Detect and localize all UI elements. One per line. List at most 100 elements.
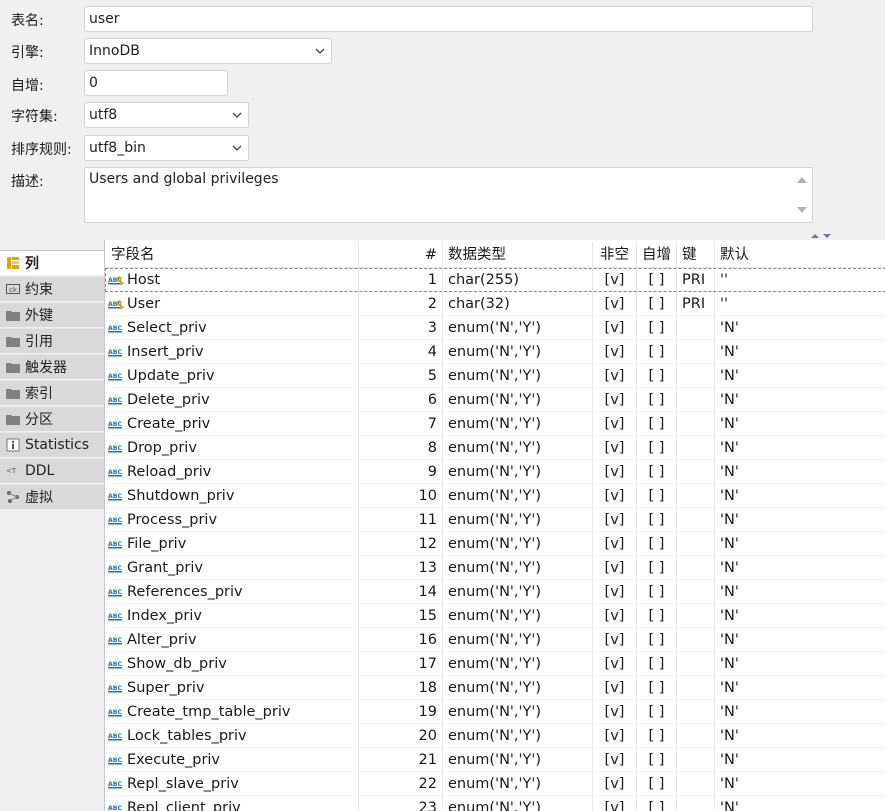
nav-item-references[interactable]: 引用 — [0, 328, 104, 354]
cell-data-type[interactable]: enum('N','Y') — [443, 652, 593, 676]
cell-data-type[interactable]: enum('N','Y') — [443, 700, 593, 724]
cell-data-type[interactable]: enum('N','Y') — [443, 556, 593, 580]
cell-number[interactable]: 17 — [359, 652, 443, 676]
nav-item-virtual[interactable]: 虚拟 — [0, 484, 104, 510]
cell-auto-increment[interactable]: [ ] — [637, 388, 677, 412]
cell-auto-increment[interactable]: [ ] — [637, 364, 677, 388]
cell-number[interactable]: 10 — [359, 484, 443, 508]
cell-field-name[interactable]: ABC Execute_priv — [105, 748, 359, 772]
cell-field-name[interactable]: ABC Grant_priv — [105, 556, 359, 580]
cell-default[interactable]: 'N' — [715, 796, 885, 811]
comment-scrollbar[interactable] — [792, 168, 812, 222]
nav-item-partitions[interactable]: 分区 — [0, 406, 104, 432]
charset-select[interactable]: utf8 — [84, 102, 249, 128]
auto-inc-input[interactable]: 0 — [84, 70, 228, 96]
cell-auto-increment[interactable]: [ ] — [637, 484, 677, 508]
table-row[interactable]: ABC Index_priv 15 enum('N','Y') [v][ ] 'N' — [105, 604, 885, 628]
collation-select[interactable]: utf8_bin — [84, 135, 249, 161]
header-field-name[interactable]: 字段名 — [105, 242, 359, 268]
cell-number[interactable]: 21 — [359, 748, 443, 772]
cell-data-type[interactable]: enum('N','Y') — [443, 532, 593, 556]
cell-key[interactable] — [677, 556, 715, 580]
cell-not-null[interactable]: [v] — [593, 316, 637, 340]
cell-key[interactable] — [677, 436, 715, 460]
table-row[interactable]: ABC File_priv 12 enum('N','Y') [v][ ] 'N' — [105, 532, 885, 556]
cell-field-name[interactable]: ABC Shutdown_priv — [105, 484, 359, 508]
table-row[interactable]: ABC Drop_priv 8 enum('N','Y') [v][ ] 'N' — [105, 436, 885, 460]
nav-item-constraints[interactable]: ck 约束 — [0, 276, 104, 302]
cell-key[interactable] — [677, 772, 715, 796]
cell-data-type[interactable]: enum('N','Y') — [443, 484, 593, 508]
cell-default[interactable]: 'N' — [715, 412, 885, 436]
cell-field-name[interactable]: ABC Show_db_priv — [105, 652, 359, 676]
cell-data-type[interactable]: enum('N','Y') — [443, 748, 593, 772]
cell-auto-increment[interactable]: [ ] — [637, 604, 677, 628]
cell-default[interactable]: 'N' — [715, 700, 885, 724]
cell-data-type[interactable]: enum('N','Y') — [443, 628, 593, 652]
cell-data-type[interactable]: enum('N','Y') — [443, 412, 593, 436]
cell-auto-increment[interactable]: [ ] — [637, 340, 677, 364]
cell-default[interactable]: 'N' — [715, 436, 885, 460]
cell-auto-increment[interactable]: [ ] — [637, 532, 677, 556]
cell-auto-increment[interactable]: [ ] — [637, 412, 677, 436]
table-row[interactable]: ABC Super_priv 18 enum('N','Y') [v][ ] 'N' — [105, 676, 885, 700]
cell-not-null[interactable]: [v] — [593, 484, 637, 508]
cell-key[interactable] — [677, 460, 715, 484]
header-number[interactable]: # — [359, 242, 443, 268]
cell-data-type[interactable]: enum('N','Y') — [443, 364, 593, 388]
comment-textarea[interactable]: Users and global privileges — [84, 167, 813, 223]
cell-key[interactable] — [677, 676, 715, 700]
cell-default[interactable]: 'N' — [715, 748, 885, 772]
table-row[interactable]: ABC Lock_tables_priv 20 enum('N','Y') [v][ ]… — [105, 724, 885, 748]
cell-number[interactable]: 3 — [359, 316, 443, 340]
cell-key[interactable] — [677, 796, 715, 811]
cell-data-type[interactable]: enum('N','Y') — [443, 724, 593, 748]
nav-item-ddl[interactable]: <T DDL — [0, 458, 104, 484]
scroll-up-icon[interactable] — [796, 175, 808, 185]
cell-default[interactable]: '' — [715, 268, 885, 292]
cell-key[interactable] — [677, 340, 715, 364]
cell-not-null[interactable]: [v] — [593, 412, 637, 436]
cell-number[interactable]: 19 — [359, 700, 443, 724]
cell-field-name[interactable]: ABC Alter_priv — [105, 628, 359, 652]
cell-number[interactable]: 12 — [359, 532, 443, 556]
table-row[interactable]: ABC Execute_priv 21 enum('N','Y') [v][ ] 'N' — [105, 748, 885, 772]
cell-auto-increment[interactable]: [ ] — [637, 676, 677, 700]
table-row[interactable]: ABC Create_priv 7 enum('N','Y') [v][ ] 'N' — [105, 412, 885, 436]
header-auto-increment[interactable]: 自增 — [637, 242, 677, 268]
cell-field-name[interactable]: ABC Repl_slave_priv — [105, 772, 359, 796]
table-name-input[interactable]: user — [84, 6, 813, 32]
table-row[interactable]: ABC Create_tmp_table_priv 19 enum('N','Y')[… — [105, 700, 885, 724]
cell-default[interactable]: 'N' — [715, 628, 885, 652]
cell-not-null[interactable]: [v] — [593, 292, 637, 316]
cell-auto-increment[interactable]: [ ] — [637, 772, 677, 796]
cell-auto-increment[interactable]: [ ] — [637, 652, 677, 676]
cell-data-type[interactable]: enum('N','Y') — [443, 316, 593, 340]
engine-select[interactable]: InnoDB — [84, 38, 332, 64]
cell-not-null[interactable]: [v] — [593, 700, 637, 724]
cell-field-name[interactable]: ABC Lock_tables_priv — [105, 724, 359, 748]
cell-not-null[interactable]: [v] — [593, 772, 637, 796]
cell-field-name[interactable]: ABC Update_priv — [105, 364, 359, 388]
cell-default[interactable]: 'N' — [715, 556, 885, 580]
cell-default[interactable]: 'N' — [715, 772, 885, 796]
cell-data-type[interactable]: enum('N','Y') — [443, 460, 593, 484]
cell-default[interactable]: 'N' — [715, 532, 885, 556]
cell-auto-increment[interactable]: [ ] — [637, 796, 677, 811]
cell-field-name[interactable]: ABC Select_priv — [105, 316, 359, 340]
cell-auto-increment[interactable]: [ ] — [637, 724, 677, 748]
header-default[interactable]: 默认 — [715, 242, 885, 268]
cell-number[interactable]: 6 — [359, 388, 443, 412]
cell-data-type[interactable]: char(32) — [443, 292, 593, 316]
cell-default[interactable]: 'N' — [715, 460, 885, 484]
cell-not-null[interactable]: [v] — [593, 748, 637, 772]
table-row[interactable]: ABC Grant_priv 13 enum('N','Y') [v][ ] 'N' — [105, 556, 885, 580]
nav-item-foreign-keys[interactable]: 外键 — [0, 302, 104, 328]
cell-default[interactable]: '' — [715, 292, 885, 316]
cell-not-null[interactable]: [v] — [593, 268, 637, 292]
cell-key[interactable] — [677, 364, 715, 388]
table-row[interactable]: ABC Select_priv 3 enum('N','Y') [v][ ] 'N' — [105, 316, 885, 340]
cell-number[interactable]: 23 — [359, 796, 443, 811]
cell-key[interactable] — [677, 388, 715, 412]
table-row[interactable]: ABC Insert_priv 4 enum('N','Y') [v][ ] 'N' — [105, 340, 885, 364]
